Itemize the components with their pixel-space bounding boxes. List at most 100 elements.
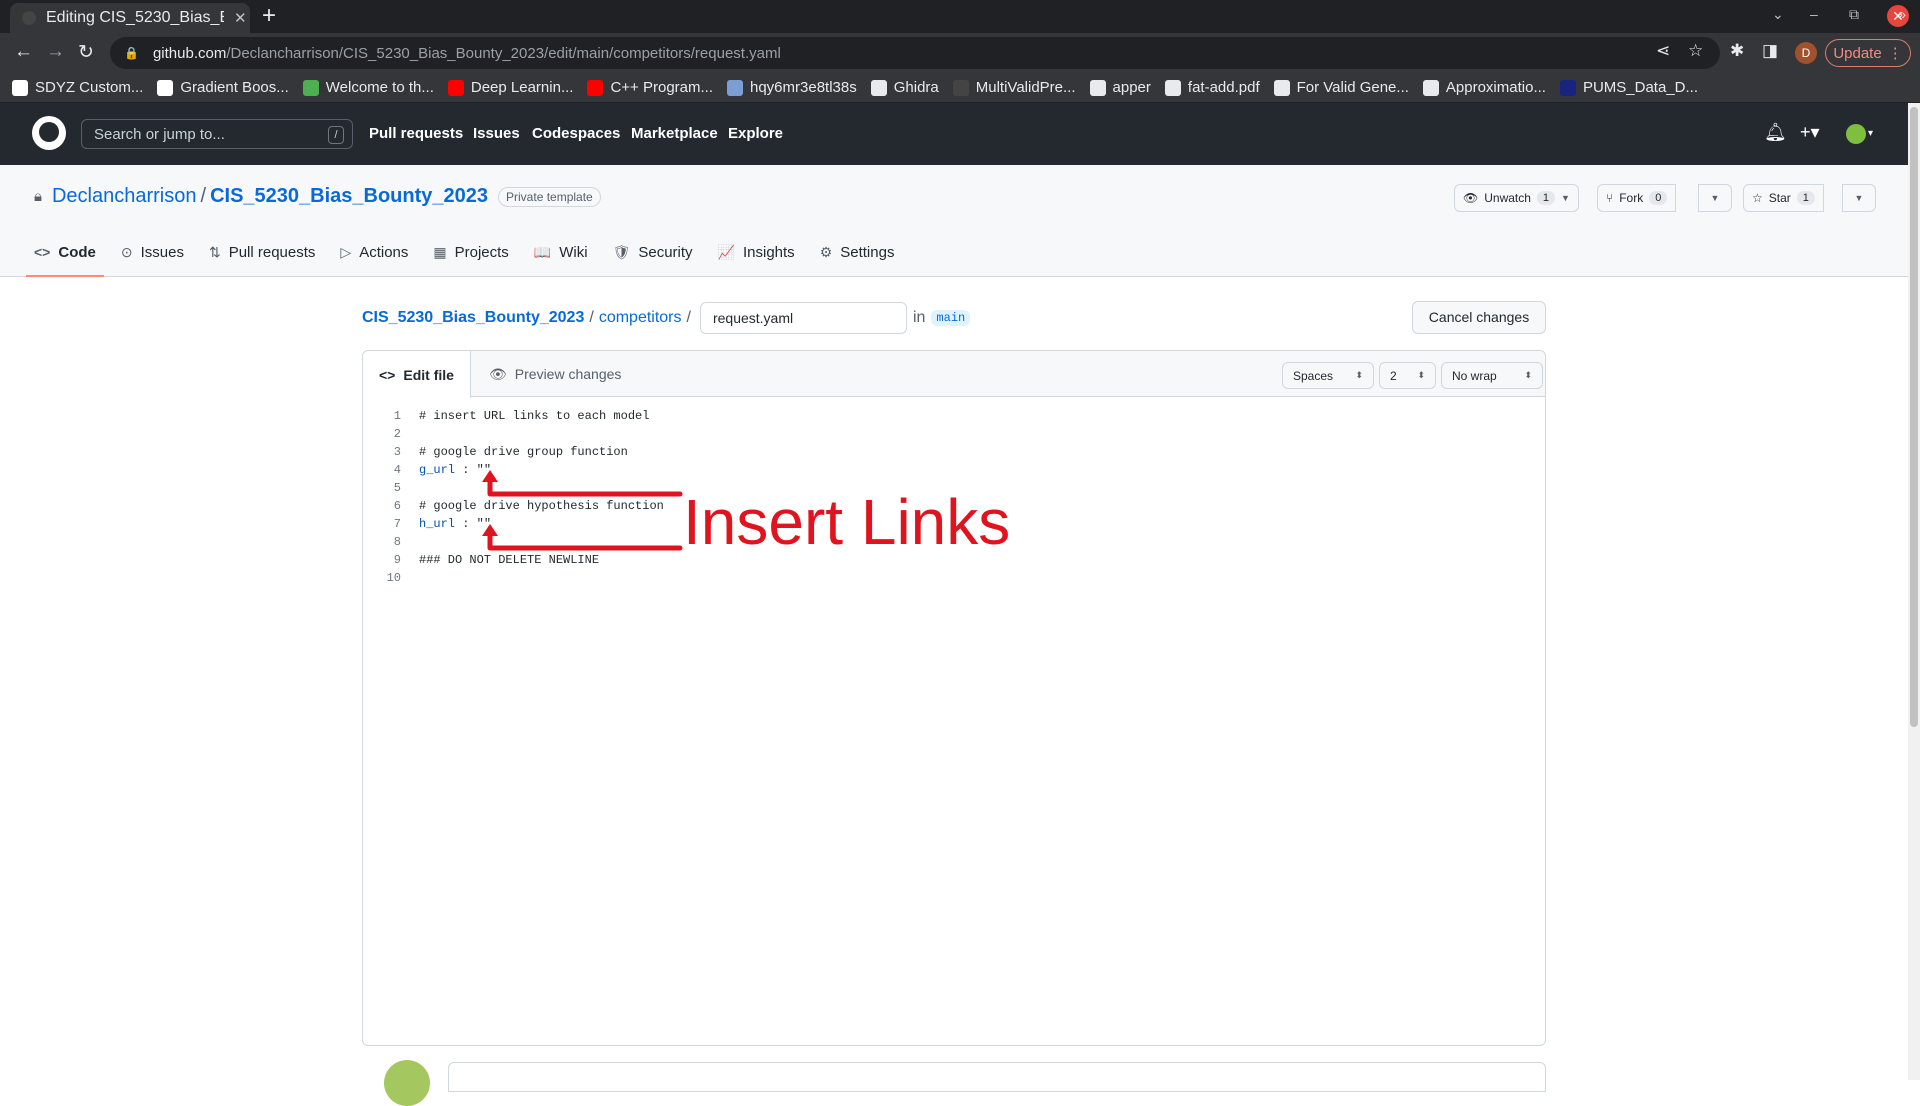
breadcrumb-dir-link[interactable]: competitors [599,309,682,327]
notifications-bell-icon[interactable]: 🔔︎ [1764,122,1787,143]
bookmark-label: For Valid Gene... [1296,79,1409,96]
line-number: 1 [393,409,401,423]
arrow-to-g-url [487,476,683,497]
annotation-text: Insert Links [683,486,1011,558]
update-button[interactable]: Update ⋮ [1825,39,1911,67]
tab-insights[interactable]: 📈 Insights [718,237,795,267]
fork-label: Fork [1619,191,1644,205]
scrollbar-thumb[interactable] [1910,107,1918,727]
wrap-mode-select[interactable]: No wrap ⬍ [1441,362,1543,389]
user-avatar[interactable] [1846,124,1866,144]
minimize-icon[interactable]: – [1810,6,1818,22]
tab-actions[interactable]: ▷ Actions [340,237,408,267]
bookmark-item[interactable]: Welcome to th... [302,79,434,96]
extensions-icon[interactable]: ✱ [1730,41,1744,61]
line-number: 2 [393,427,401,441]
star-dropdown-button[interactable]: ▼ [1842,184,1876,212]
restore-icon[interactable]: ⧉ [1849,6,1859,23]
tab-projects[interactable]: ▦ Projects [433,237,508,267]
bookmark-label: apper [1112,79,1151,96]
reload-icon[interactable]: ↻ [78,41,94,64]
repo-title: 🔒︎ Declancharrison / CIS_5230_Bias_Bount… [34,185,601,208]
youtube-icon [447,79,464,96]
bookmark-item[interactable]: C++ Program... [587,79,713,96]
tab-search-icon[interactable]: ⌄ [1772,6,1784,23]
bookmarks-overflow-icon[interactable]: » [1898,6,1906,22]
bookmark-item[interactable]: Approximatio... [1422,79,1546,96]
indent-size-value: 2 [1390,368,1397,383]
indent-size-select[interactable]: 2 ⬍ [1379,362,1436,389]
tab-label: Projects [454,243,509,261]
bookmark-item[interactable]: Ghidra [870,79,939,96]
tab-label: Insights [742,243,795,261]
url-path: /Declancharrison/CIS_5230_Bias_Bounty_20… [226,44,781,62]
fork-dropdown-button[interactable]: ▼ [1698,184,1732,212]
github-header: Search or jump to... / Pull requests Iss… [0,103,1908,165]
nav-explore[interactable]: Explore [728,125,783,142]
bookmark-item[interactable]: PUMS_Data_D... [1559,79,1698,96]
nav-issues[interactable]: Issues [473,125,520,142]
bookmark-item[interactable]: For Valid Gene... [1273,79,1409,96]
eye-icon: 👁︎ [489,365,507,382]
bookmark-star-icon[interactable]: ☆ [1688,41,1703,61]
address-input[interactable]: 🔒 github.com /Declancharrison/CIS_5230_B… [110,37,1720,69]
profile-avatar[interactable]: D [1795,42,1817,64]
nav-marketplace[interactable]: Marketplace [631,125,718,142]
fork-button[interactable]: ⑂ Fork 0 [1597,184,1677,212]
tab-edit-file[interactable]: <> Edit file [363,351,471,398]
code-line[interactable]: # google drive group function [419,443,628,461]
tab-preview-changes[interactable]: 👁︎ Preview changes [473,351,637,397]
bookmark-label: MultiValidPre... [975,79,1076,96]
bookmark-item[interactable]: apper [1089,79,1151,96]
bookmark-item[interactable]: fat-add.pdf [1164,79,1260,96]
tab-code[interactable]: <> Code [26,237,104,277]
globe-icon [1273,79,1290,96]
unwatch-button[interactable]: 👁︎ Unwatch 1 ▼ [1454,184,1579,212]
page-scrollbar[interactable] [1908,103,1920,1080]
nav-pull-requests[interactable]: Pull requests [369,125,463,142]
tab-settings[interactable]: ⚙ Settings [820,237,895,267]
chart-icon [157,79,174,96]
cancel-changes-button[interactable]: Cancel changes [1412,301,1546,334]
tab-wiki[interactable]: 📖 Wiki [534,237,588,267]
bookmark-item[interactable]: MultiValidPre... [952,79,1076,96]
bookmark-item[interactable]: Deep Learnin... [447,79,573,96]
bookmark-item[interactable]: Gradient Boos... [157,79,289,96]
filename-input[interactable]: request.yaml [699,302,907,334]
repo-owner-link[interactable]: Declancharrison [52,185,197,208]
repo-name-link[interactable]: CIS_5230_Bias_Bounty_2023 [210,185,488,208]
bookmark-label: SDYZ Custom... [35,79,144,96]
yaml-key: h_url [419,517,456,531]
code-line[interactable]: # insert URL links to each model [419,407,649,425]
new-tab-button[interactable]: + [262,2,276,30]
tab-pull-requests[interactable]: ⇅ Pull requests [209,237,315,267]
avatar-dropdown-icon[interactable]: ▾ [1868,128,1873,139]
bookmark-label: Welcome to th... [325,79,434,96]
tab-issues[interactable]: ⊙ Issues [121,237,184,267]
star-icon: ☆ [1752,191,1763,205]
bookmark-item[interactable]: hqy6mr3e8tl38s [727,79,857,96]
search-input[interactable]: Search or jump to... / [81,119,353,149]
forward-icon[interactable]: → [46,41,65,63]
bookmark-label: hqy6mr3e8tl38s [750,79,857,96]
github-logo-icon[interactable] [32,116,66,150]
browser-tab[interactable]: Editing CIS_5230_Bias_Bounty_2023 ✕ [10,3,250,33]
arrowhead-icon [482,524,498,536]
star-button[interactable]: ☆ Star 1 [1743,184,1824,212]
indent-mode-select[interactable]: Spaces ⬍ [1282,362,1374,389]
breadcrumb-repo-link[interactable]: CIS_5230_Bias_Bounty_2023 [362,309,584,327]
tab-close-icon[interactable]: ✕ [234,9,247,27]
create-new-icon[interactable]: +▾ [1800,122,1820,143]
bookmarks-bar: SDYZ Custom... Gradient Boos... Welcome to… [0,73,1920,103]
bookmark-item[interactable]: SDYZ Custom... [12,79,143,96]
nav-codespaces[interactable]: Codespaces [532,125,620,142]
browser-tab-bar: Editing CIS_5230_Bias_Bounty_2023 ✕ + ⌄ … [0,0,1920,33]
globe-icon [302,79,319,96]
tab-security[interactable]: 🛡 Security [613,237,693,267]
tab-icon: ⊙ [120,243,133,260]
back-icon[interactable]: ← [14,41,33,63]
tab-icon: <> [34,244,51,260]
share-icon[interactable]: ⋖ [1656,41,1670,61]
side-panel-icon[interactable]: ◨ [1762,41,1778,61]
tab-icon: ▦ [433,243,447,260]
